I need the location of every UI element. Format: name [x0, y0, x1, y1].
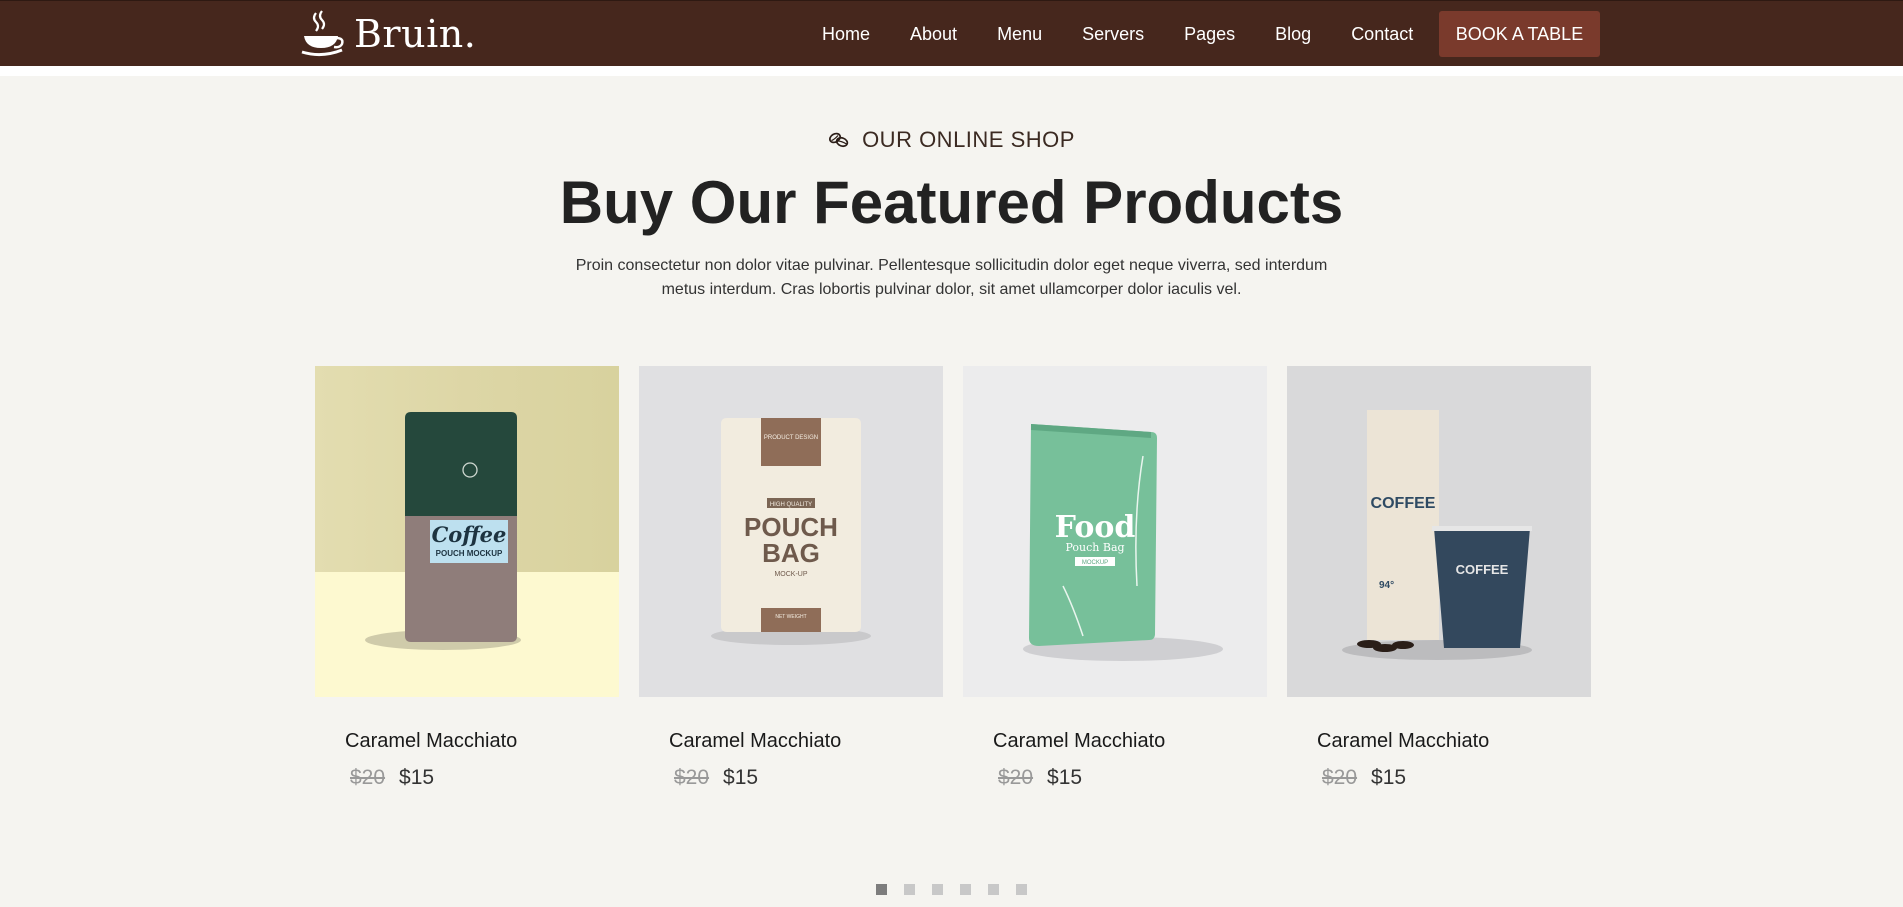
product-title[interactable]: Caramel Macchiato: [1317, 730, 1489, 753]
cup-coffee-label: COFFEE: [1456, 562, 1509, 577]
pouch-word-3: MOCK-UP: [774, 571, 807, 578]
product-card[interactable]: Coffee POUCH MOCKUP Caramel Macchiato $2…: [315, 366, 619, 806]
nav-item-blog[interactable]: Blog: [1275, 24, 1311, 44]
carousel-dot[interactable]: [932, 884, 943, 895]
coffee-bag-cup-image: COFFEE 94° COFFEE: [1287, 366, 1591, 697]
carousel-pagination: [0, 884, 1903, 895]
product-title[interactable]: Caramel Macchiato: [993, 730, 1165, 753]
product-card[interactable]: PRODUCT DESIGN HIGH QUALITY POUCH BAG MO…: [639, 366, 943, 806]
nav-item-contact[interactable]: Contact: [1351, 24, 1413, 44]
carousel-dot[interactable]: [960, 884, 971, 895]
pouch-bag-image: PRODUCT DESIGN HIGH QUALITY POUCH BAG MO…: [639, 366, 943, 697]
product-prices: $20 $15: [1322, 766, 1406, 790]
carousel-dot[interactable]: [988, 884, 999, 895]
carousel-dot[interactable]: [1016, 884, 1027, 895]
product-image[interactable]: Food Pouch Bag MOCKUP: [963, 366, 1267, 697]
product-price: $15: [399, 766, 435, 789]
bag-number: 94°: [1379, 580, 1394, 591]
carousel-dot[interactable]: [904, 884, 915, 895]
product-image[interactable]: PRODUCT DESIGN HIGH QUALITY POUCH BAG MO…: [639, 366, 943, 697]
carousel-dot[interactable]: [876, 884, 887, 895]
pouch-mockup-tag: MOCKUP: [1082, 560, 1108, 566]
eyebrow-text: OUR ONLINE SHOP: [862, 127, 1075, 152]
product-card[interactable]: COFFEE 94° COFFEE Caramel Macchiato $20 …: [1287, 366, 1591, 806]
brand-logo[interactable]: Bruin.: [300, 9, 476, 59]
pouch-word-2: BAG: [762, 538, 820, 568]
nav-item-pages[interactable]: Pages: [1184, 24, 1235, 44]
coffee-cup-logo-icon: [301, 10, 344, 57]
nav-divider: [0, 66, 1903, 76]
section-eyebrow: OUR ONLINE SHOP: [0, 127, 1903, 153]
product-old-price: $20: [674, 766, 710, 789]
pouch-food-label: Food: [1055, 510, 1136, 545]
coffee-beans-icon: [829, 132, 849, 148]
nav-item-menu[interactable]: Menu: [997, 24, 1042, 44]
product-carousel: Coffee POUCH MOCKUP Caramel Macchiato $2…: [315, 366, 1591, 806]
nav-item-home[interactable]: Home: [822, 24, 870, 44]
brand-name: Bruin.: [354, 12, 477, 56]
pouch-label-mockup: POUCH MOCKUP: [436, 549, 503, 558]
pouch-bag-label: Pouch Bag: [1065, 541, 1124, 554]
section-description: Proin consectetur non dolor vitae pulvin…: [575, 257, 1328, 298]
pouch-tag: HIGH QUALITY: [770, 502, 812, 508]
product-old-price: $20: [998, 766, 1034, 789]
food-pouch-image: Food Pouch Bag MOCKUP: [963, 366, 1267, 697]
product-old-price: $20: [350, 766, 386, 789]
main-nav: Home About Menu Servers Pages Blog Conta…: [822, 1, 1453, 67]
coffee-pouch-image: Coffee POUCH MOCKUP: [315, 366, 619, 697]
product-prices: $20 $15: [998, 766, 1082, 790]
nav-item-about[interactable]: About: [910, 24, 957, 44]
top-navbar: Bruin. Home About Menu Servers Pages Blo…: [0, 0, 1903, 67]
product-old-price: $20: [1322, 766, 1358, 789]
product-price: $15: [1047, 766, 1083, 789]
product-title[interactable]: Caramel Macchiato: [345, 730, 517, 753]
book-a-table-button[interactable]: BOOK A TABLE: [1439, 11, 1600, 57]
pouch-label-coffee: Coffee: [432, 522, 507, 547]
product-price: $15: [723, 766, 759, 789]
nav-item-servers[interactable]: Servers: [1082, 24, 1144, 44]
product-image[interactable]: Coffee POUCH MOCKUP: [315, 366, 619, 697]
section-title: Buy Our Featured Products: [559, 169, 1344, 236]
product-image[interactable]: COFFEE 94° COFFEE: [1287, 366, 1591, 697]
product-card[interactable]: Food Pouch Bag MOCKUP Caramel Macchiato …: [963, 366, 1267, 806]
bag-coffee-label: COFFEE: [1371, 495, 1436, 512]
product-prices: $20 $15: [350, 766, 434, 790]
pouch-weight: NET WEIGHT: [775, 614, 806, 620]
product-title[interactable]: Caramel Macchiato: [669, 730, 841, 753]
pouch-top-label: PRODUCT DESIGN: [764, 435, 818, 441]
product-price: $15: [1371, 766, 1407, 789]
product-prices: $20 $15: [674, 766, 758, 790]
